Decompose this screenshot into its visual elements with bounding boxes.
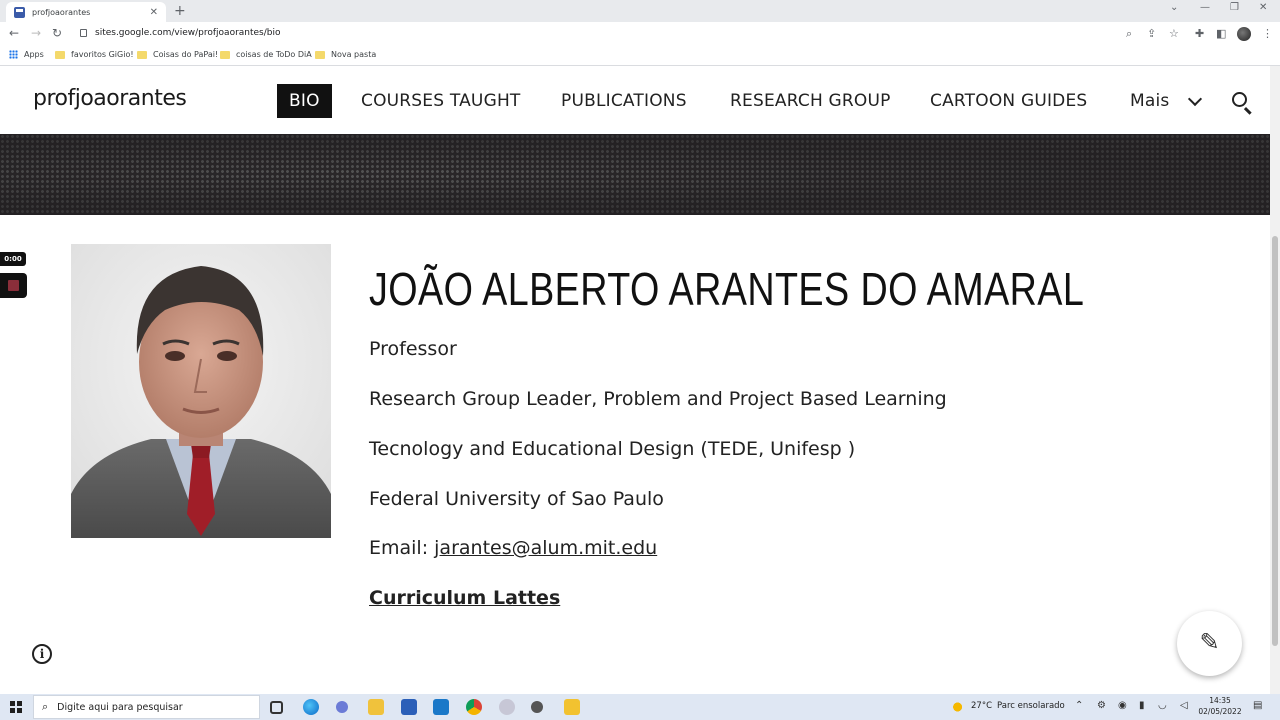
windows-start-icon[interactable] — [10, 701, 22, 713]
address-bar[interactable]: sites.google.com/view/profjoaorantes/bio — [95, 28, 281, 38]
restore-icon[interactable]: ❐ — [1230, 2, 1239, 13]
forward-icon[interactable]: → — [31, 26, 41, 40]
zoom-icon[interactable]: ⌕ — [1126, 27, 1132, 41]
curriculum-lattes-link[interactable]: Curriculum Lattes — [369, 587, 560, 609]
taskbar-search-box[interactable]: ⌕ Digite aqui para pesquisar — [33, 695, 260, 719]
close-tab-icon[interactable]: ✕ — [150, 7, 158, 18]
chrome-icon[interactable] — [466, 699, 482, 715]
weather-description[interactable]: Parc ensolarado — [997, 701, 1065, 711]
show-hidden-icons-chevron-icon[interactable]: ⌃ — [1075, 700, 1083, 711]
search-icon[interactable] — [1232, 92, 1247, 107]
reload-icon[interactable]: ↻ — [52, 26, 62, 40]
nav-courses-taught[interactable]: COURSES TAUGHT — [361, 84, 521, 118]
share-icon[interactable]: ⇪ — [1147, 27, 1156, 40]
bookmark-label: Nova pasta — [331, 50, 377, 59]
bookmark-folder[interactable]: Coisas do PaPai! — [137, 50, 218, 59]
chevron-down-icon[interactable]: ⌄ — [1170, 2, 1178, 13]
microphone-icon[interactable]: ▮ — [1139, 700, 1145, 711]
bookmark-label: coisas de ToDo DiA — [236, 50, 312, 59]
nav-publications[interactable]: PUBLICATIONS — [561, 84, 687, 118]
bookmark-folder[interactable]: favoritos GiGio! — [55, 50, 134, 59]
bookmarks-bar: Apps favoritos GiGio! Coisas do PaPai! c… — [0, 46, 1280, 66]
security-icon[interactable]: ◉ — [1118, 700, 1127, 711]
folder-icon — [220, 50, 230, 59]
person-name-heading: JOÃO ALBERTO ARANTES DO AMARAL — [369, 263, 1085, 315]
bookmark-apps[interactable]: Apps — [9, 50, 44, 59]
notes-app-icon[interactable] — [564, 699, 580, 715]
wifi-icon[interactable]: ◡ — [1158, 700, 1167, 711]
email-link[interactable]: jarantes@alum.mit.edu — [434, 537, 657, 559]
file-explorer-icon[interactable] — [368, 699, 384, 715]
bookmark-folder[interactable]: coisas de ToDo DiA — [220, 50, 312, 59]
portrait-illustration — [71, 244, 331, 538]
system-clock[interactable]: 14:35 02/05/2022 — [1195, 695, 1245, 717]
back-icon[interactable]: ← — [9, 26, 19, 40]
nav-research-group[interactable]: RESEARCH GROUP — [730, 84, 891, 118]
side-panel-icon[interactable]: ◧ — [1216, 27, 1226, 40]
clock-time: 14:35 — [1209, 696, 1231, 705]
bio-role: Professor — [369, 338, 457, 360]
extensions-icon[interactable]: ✚ — [1195, 27, 1204, 40]
banner-overlay — [0, 134, 1270, 215]
new-tab-button[interactable]: + — [174, 3, 186, 19]
bio-group: Research Group Leader, Problem and Proje… — [369, 388, 947, 410]
site-title[interactable]: profjoaorantes — [33, 86, 187, 111]
edit-pencil-button[interactable]: ✎ — [1177, 611, 1242, 676]
windows-taskbar: ⌕ Digite aqui para pesquisar 27°C Parc e… — [0, 694, 1280, 720]
browser-tab-strip: profjoaorantes ✕ + ⌄ — ❐ ✕ — [0, 0, 1280, 22]
email-label: Email: — [369, 537, 435, 559]
folder-icon — [315, 50, 325, 59]
header-banner-image — [0, 134, 1270, 215]
minimize-icon[interactable]: — — [1200, 2, 1210, 13]
nav-bio[interactable]: BIO — [277, 84, 332, 118]
network-icon[interactable]: ⚙ — [1097, 700, 1106, 711]
edge-browser-icon[interactable] — [303, 699, 319, 715]
nav-cartoon-guides[interactable]: CARTOON GUIDES — [930, 84, 1087, 118]
bio-department: Tecnology and Educational Design (TEDE, … — [369, 438, 856, 460]
menu-dots-icon[interactable]: ⋮ — [1262, 27, 1273, 40]
browser-toolbar: ← → ↻ sites.google.com/view/profjoaorant… — [0, 22, 1280, 46]
bookmark-label: favoritos GiGio! — [71, 50, 134, 59]
notifications-icon[interactable]: ▤ — [1253, 700, 1262, 711]
profile-photo — [71, 244, 331, 538]
browser-tab[interactable]: profjoaorantes ✕ — [6, 2, 166, 22]
info-icon[interactable]: i — [32, 644, 52, 664]
folder-icon — [55, 50, 65, 59]
site-header: profjoaorantes BIO COURSES TAUGHT PUBLIC… — [0, 66, 1270, 134]
volume-icon[interactable]: ◁ — [1180, 700, 1188, 711]
weather-sun-icon[interactable] — [952, 700, 966, 714]
bookmark-folder[interactable]: Nova pasta — [315, 50, 376, 59]
nav-more[interactable]: Mais — [1130, 84, 1169, 118]
bookmark-label: Coisas do PaPai! — [153, 50, 219, 59]
scrollbar-thumb[interactable] — [1272, 236, 1278, 646]
stop-recording-button[interactable] — [0, 273, 27, 298]
bio-university: Federal University of Sao Paulo — [369, 488, 664, 510]
apps-grid-icon — [9, 50, 18, 59]
taskbar-search-placeholder: Digite aqui para pesquisar — [57, 701, 183, 713]
task-view-icon[interactable] — [270, 701, 283, 714]
bookmark-label: Apps — [24, 50, 44, 59]
folder-icon — [137, 50, 147, 59]
recording-timer: 0:00 — [0, 252, 26, 266]
google-sites-favicon-icon — [14, 6, 25, 18]
profile-avatar[interactable] — [1237, 27, 1251, 41]
chevron-down-icon[interactable] — [1187, 91, 1203, 107]
close-window-icon[interactable]: ✕ — [1259, 2, 1267, 13]
snipping-tool-icon[interactable] — [499, 699, 515, 715]
bookmark-star-icon[interactable]: ☆ — [1169, 27, 1179, 40]
microsoft-store-icon[interactable] — [401, 699, 417, 715]
mail-icon[interactable] — [433, 699, 449, 715]
bio-email-line: Email: jarantes@alum.mit.edu — [369, 537, 657, 559]
gear-icon[interactable] — [531, 701, 543, 713]
clock-date: 02/05/2022 — [1198, 707, 1242, 716]
lock-icon — [80, 29, 87, 37]
tab-title: profjoaorantes — [32, 7, 91, 17]
weather-temperature[interactable]: 27°C — [971, 701, 992, 711]
settings-app-icon[interactable] — [336, 701, 348, 713]
search-icon: ⌕ — [42, 700, 49, 713]
